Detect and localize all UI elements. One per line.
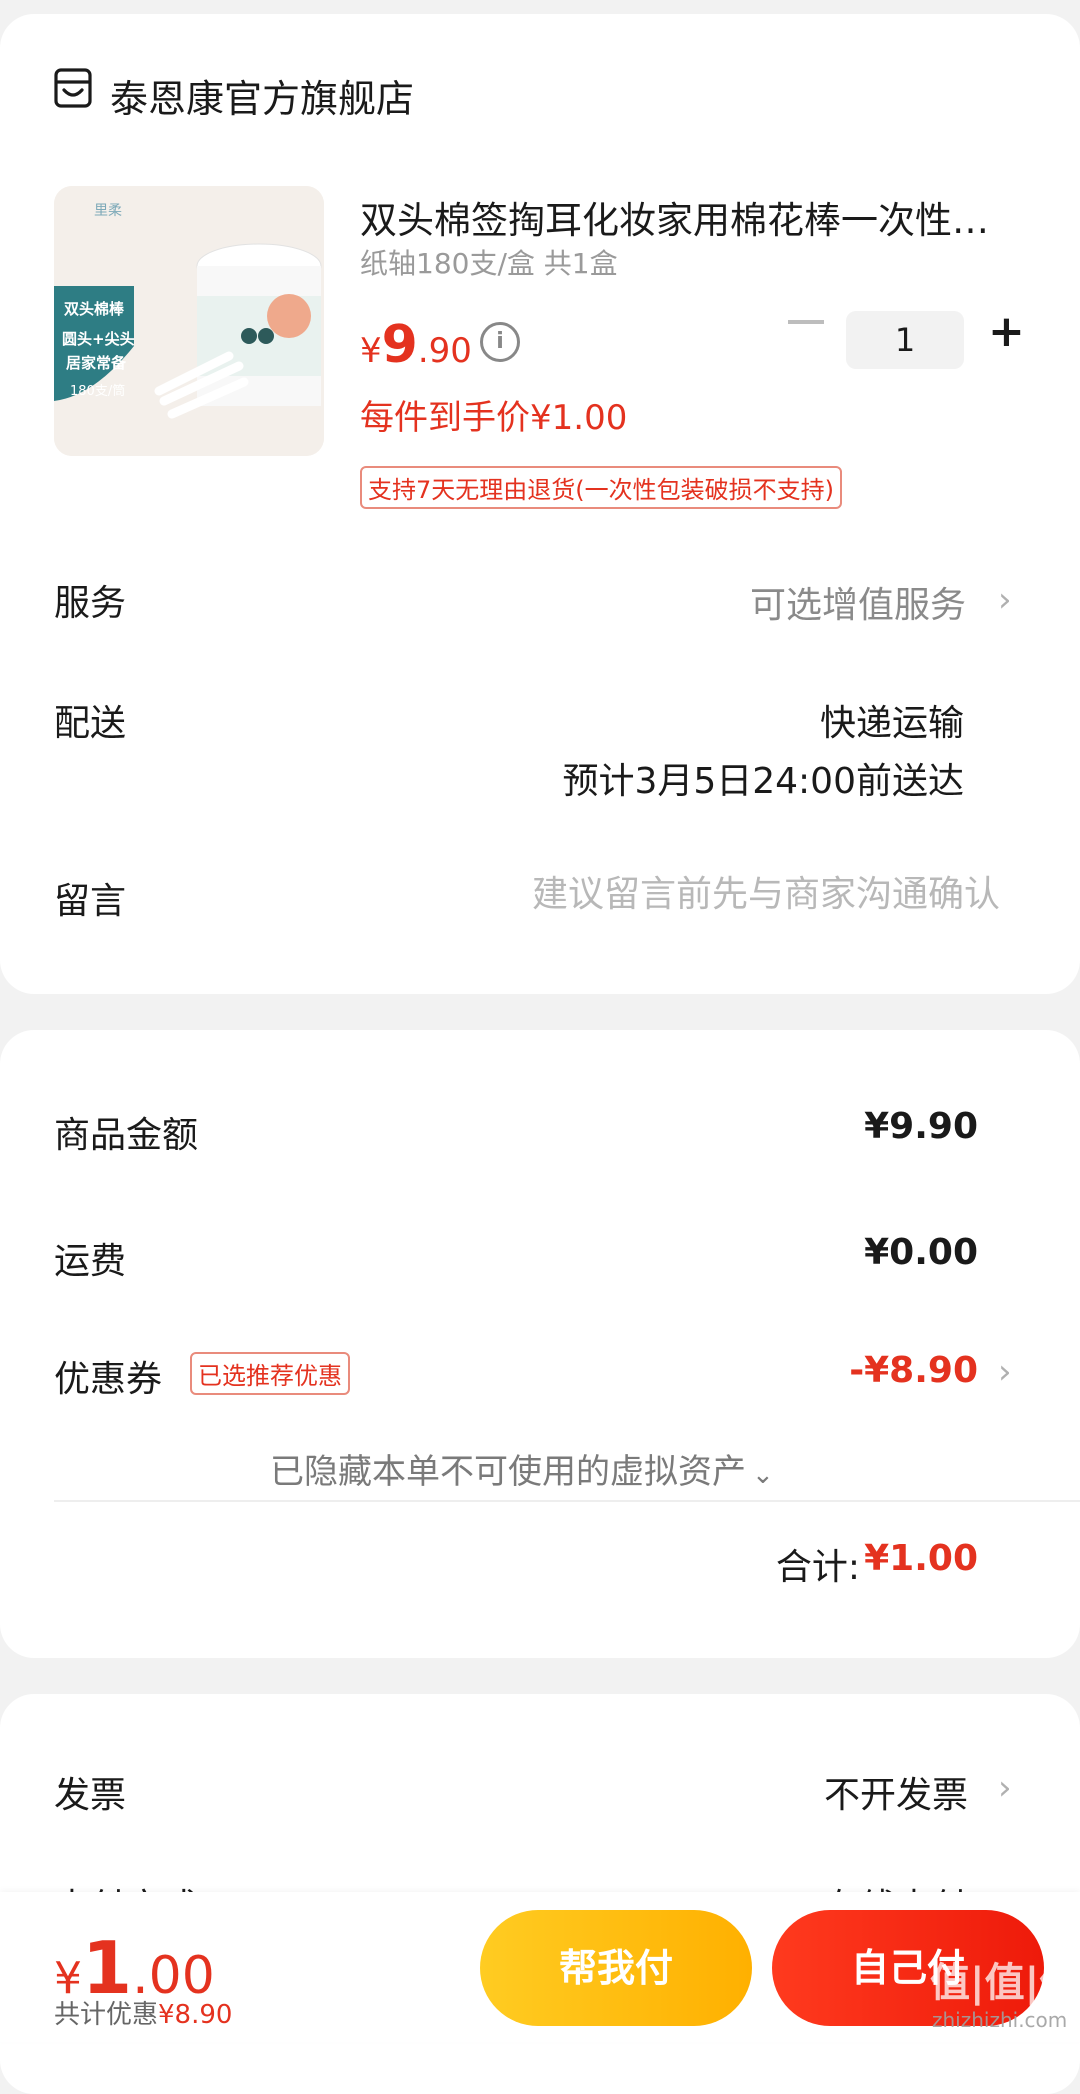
decrease-quantity-button[interactable]: [778, 300, 834, 344]
help-me-pay-button[interactable]: 帮我付: [480, 1910, 752, 2026]
goods-amount-value: ¥9.90: [864, 1106, 978, 1147]
invoice-value[interactable]: 不开发票: [824, 1766, 968, 1818]
message-input[interactable]: [460, 866, 1000, 922]
product-brand-logo: 里柔: [94, 203, 122, 219]
product-price: ¥9.90: [360, 315, 472, 375]
total-value: ¥1.00: [864, 1538, 978, 1579]
product-image-text-2: 圆头+尖头: [62, 330, 135, 348]
service-value[interactable]: 可选增值服务: [750, 576, 966, 628]
product-spec[interactable]: 纸轴180支/盒 共1盒: [360, 242, 618, 282]
return-policy-tag: 支持7天无理由退货(一次性包装破损不支持): [360, 466, 842, 509]
total-label: 合计:: [775, 1547, 860, 1588]
store-name[interactable]: 泰恩康官方旗舰店: [110, 68, 414, 123]
service-label: 服务: [54, 583, 127, 624]
chevron-right-icon[interactable]: ›: [998, 1768, 1012, 1808]
per-item-price: 每件到手价¥1.00: [360, 398, 628, 438]
coupon-label: 优惠券: [54, 1359, 163, 1400]
delivery-label: 配送: [54, 703, 127, 744]
watermark-url: zhizhizhi.com: [932, 2008, 1068, 2032]
product-title[interactable]: 双头棉签掏耳化妆家用棉花棒一次性…: [360, 190, 1030, 244]
shipping-label: 运费: [54, 1241, 127, 1282]
coupon-value[interactable]: -¥8.90: [849, 1350, 978, 1391]
invoice-label: 发票: [54, 1775, 127, 1816]
product-image[interactable]: 双头棉棒 圆头+尖头 居家常备 180支/筒 里柔: [54, 186, 324, 456]
goods-amount-label: 商品金额: [54, 1115, 199, 1156]
product-image-text-3: 居家常备: [66, 354, 127, 372]
quantity-field[interactable]: 1: [846, 311, 964, 369]
shop-icon: [54, 68, 92, 108]
chevron-right-icon[interactable]: ›: [998, 580, 1012, 620]
product-image-text-4: 180支/筒: [70, 384, 126, 399]
delivery-eta: 预计3月5日24:00前送达: [562, 761, 964, 802]
hidden-assets-toggle[interactable]: 已隐藏本单不可使用的虚拟资产 ⌄: [270, 1444, 774, 1493]
chevron-down-icon: ⌄: [752, 1460, 774, 1490]
coupon-tag: 已选推荐优惠: [190, 1352, 350, 1395]
plus-icon: +: [988, 306, 1025, 357]
minus-icon: [788, 320, 824, 324]
shipping-value: ¥0.00: [864, 1232, 978, 1273]
info-icon[interactable]: i: [480, 322, 520, 362]
product-image-text-1: 双头棉棒: [64, 300, 125, 318]
delivery-method: 快递运输: [819, 703, 964, 744]
message-label: 留言: [54, 881, 127, 922]
total-saving: 共计优惠¥8.90: [54, 2000, 233, 2030]
watermark-logo: 值|值|值: [930, 1960, 1080, 2006]
increase-quantity-button[interactable]: +: [988, 306, 1025, 357]
chevron-right-icon[interactable]: ›: [998, 1352, 1012, 1392]
divider: [54, 1500, 1080, 1502]
